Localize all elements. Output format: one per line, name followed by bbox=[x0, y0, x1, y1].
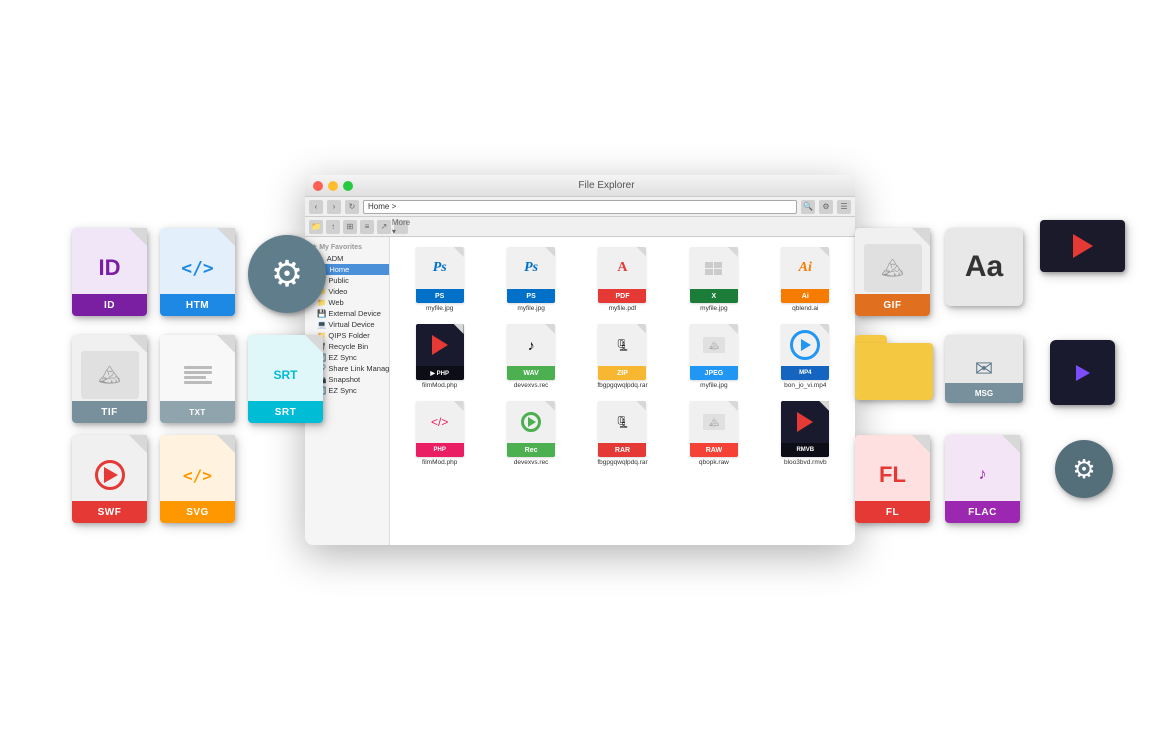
floating-icon-srt: SRT SRT bbox=[248, 335, 323, 423]
upload-button[interactable]: ↑ bbox=[326, 220, 340, 234]
file-item[interactable]: 🗜 ZIP fbgpgqwqlpdq.rar bbox=[579, 320, 666, 393]
file-item[interactable]: Ai Ai qblend.ai bbox=[762, 243, 849, 316]
file-name: bloo3bvd.rmvb bbox=[784, 459, 827, 466]
file-name: qblend.ai bbox=[792, 305, 818, 312]
share-button[interactable]: ↗ bbox=[377, 220, 391, 234]
file-name: myfile.jpg bbox=[700, 305, 727, 312]
browser-body: ★ My Favorites ★ ADM 🏠 Home 📁 Public 📁 V… bbox=[305, 237, 855, 545]
sidebar-item-virtual[interactable]: 💻 Virtual Device bbox=[305, 319, 389, 330]
floating-icon-htm: </> HTM bbox=[160, 228, 235, 316]
file-name: devexvs.rec bbox=[514, 459, 549, 466]
file-item[interactable]: </> PHP filmMod.php bbox=[396, 397, 483, 470]
floating-icon-gear: ⚙ bbox=[248, 235, 326, 313]
view-button[interactable]: ☰ bbox=[837, 200, 851, 214]
floating-icon-tif: 🏔 TIF bbox=[72, 335, 147, 423]
floating-icon-video-large bbox=[1040, 220, 1125, 272]
back-button[interactable]: ‹ bbox=[309, 200, 323, 214]
file-item[interactable]: Ps PS myfile.jpg bbox=[396, 243, 483, 316]
address-text: Home > bbox=[368, 202, 396, 211]
floating-icon-font: Aa bbox=[945, 228, 1023, 306]
file-item[interactable]: Ps PS myfile.jpg bbox=[487, 243, 574, 316]
floating-icon-folder bbox=[855, 335, 933, 400]
more-button[interactable]: More ▾ bbox=[394, 220, 408, 234]
refresh-button[interactable]: ↻ bbox=[345, 200, 359, 214]
file-name: myfile.jpg bbox=[700, 382, 727, 389]
forward-button[interactable]: › bbox=[327, 200, 341, 214]
floating-icon-purple-play bbox=[1050, 340, 1115, 405]
file-name: qbopk.raw bbox=[699, 459, 729, 466]
list-view-button[interactable]: ≡ bbox=[360, 220, 374, 234]
browser-title: File Explorer bbox=[366, 180, 847, 191]
file-name: devexvs.rec bbox=[514, 382, 549, 389]
file-item[interactable]: ♪ WAV devexvs.rec bbox=[487, 320, 574, 393]
file-name: filmMod.php bbox=[422, 459, 457, 466]
file-name: myfile.jpg bbox=[426, 305, 453, 312]
floating-icon-flac: ♪ FLAC bbox=[945, 435, 1020, 523]
maximize-button[interactable] bbox=[343, 181, 353, 191]
files-grid: Ps PS myfile.jpg Ps PS myfile.jpg bbox=[396, 243, 849, 470]
file-name: fbgpgqwqlpdq.rar bbox=[597, 382, 647, 389]
minimize-button[interactable] bbox=[328, 181, 338, 191]
search-button[interactable]: 🔍 bbox=[801, 200, 815, 214]
file-item[interactable]: ▶ PHP filmMod.php bbox=[396, 320, 483, 393]
settings-button[interactable]: ⚙ bbox=[819, 200, 833, 214]
file-item[interactable]: RMVB bloo3bvd.rmvb bbox=[762, 397, 849, 470]
file-name: filmMod.php bbox=[422, 382, 457, 389]
file-item[interactable]: A PDF myfile.pdf bbox=[579, 243, 666, 316]
grid-view-button[interactable]: ⊞ bbox=[343, 220, 357, 234]
floating-icon-doc: TXT bbox=[160, 335, 235, 423]
address-bar[interactable]: Home > bbox=[363, 200, 797, 214]
file-name: bon_jo_vi.mp4 bbox=[784, 382, 826, 389]
close-button[interactable] bbox=[313, 181, 323, 191]
main-content: Ps PS myfile.jpg Ps PS myfile.jpg bbox=[390, 237, 855, 545]
browser-toolbar-2: 📁 ↑ ⊞ ≡ ↗ More ▾ bbox=[305, 217, 855, 237]
file-name: myfile.jpg bbox=[517, 305, 544, 312]
browser-window: File Explorer ‹ › ↻ Home > 🔍 ⚙ ☰ 📁 ↑ ⊞ ≡… bbox=[305, 175, 855, 545]
floating-icon-svg: </> SVG bbox=[160, 435, 235, 523]
file-item[interactable]: Rec devexvs.rec bbox=[487, 397, 574, 470]
floating-icon-fl: FL FL bbox=[855, 435, 930, 523]
file-name: myfile.pdf bbox=[609, 305, 637, 312]
new-folder-button[interactable]: 📁 bbox=[309, 220, 323, 234]
file-name: fbgpgqwqlpdq.rar bbox=[597, 459, 647, 466]
browser-titlebar: File Explorer bbox=[305, 175, 855, 197]
floating-icon-gear-small: ⚙ bbox=[1055, 440, 1113, 498]
file-item[interactable]: X myfile.jpg bbox=[670, 243, 757, 316]
file-item[interactable]: 🏔 RAW qbopk.raw bbox=[670, 397, 757, 470]
file-item[interactable]: MP4 bon_jo_vi.mp4 bbox=[762, 320, 849, 393]
floating-icon-indesign: ID ID bbox=[72, 228, 147, 316]
floating-icon-msg: ✉ MSG bbox=[945, 335, 1023, 403]
floating-icon-swf: SWF bbox=[72, 435, 147, 523]
file-item[interactable]: 🏔 JPEG myfile.jpg bbox=[670, 320, 757, 393]
browser-toolbar-1: ‹ › ↻ Home > 🔍 ⚙ ☰ bbox=[305, 197, 855, 217]
floating-icon-gif: 🏔 GIF bbox=[855, 228, 930, 316]
file-item[interactable]: 🗜 RAR fbgpgqwqlpdq.rar bbox=[579, 397, 666, 470]
